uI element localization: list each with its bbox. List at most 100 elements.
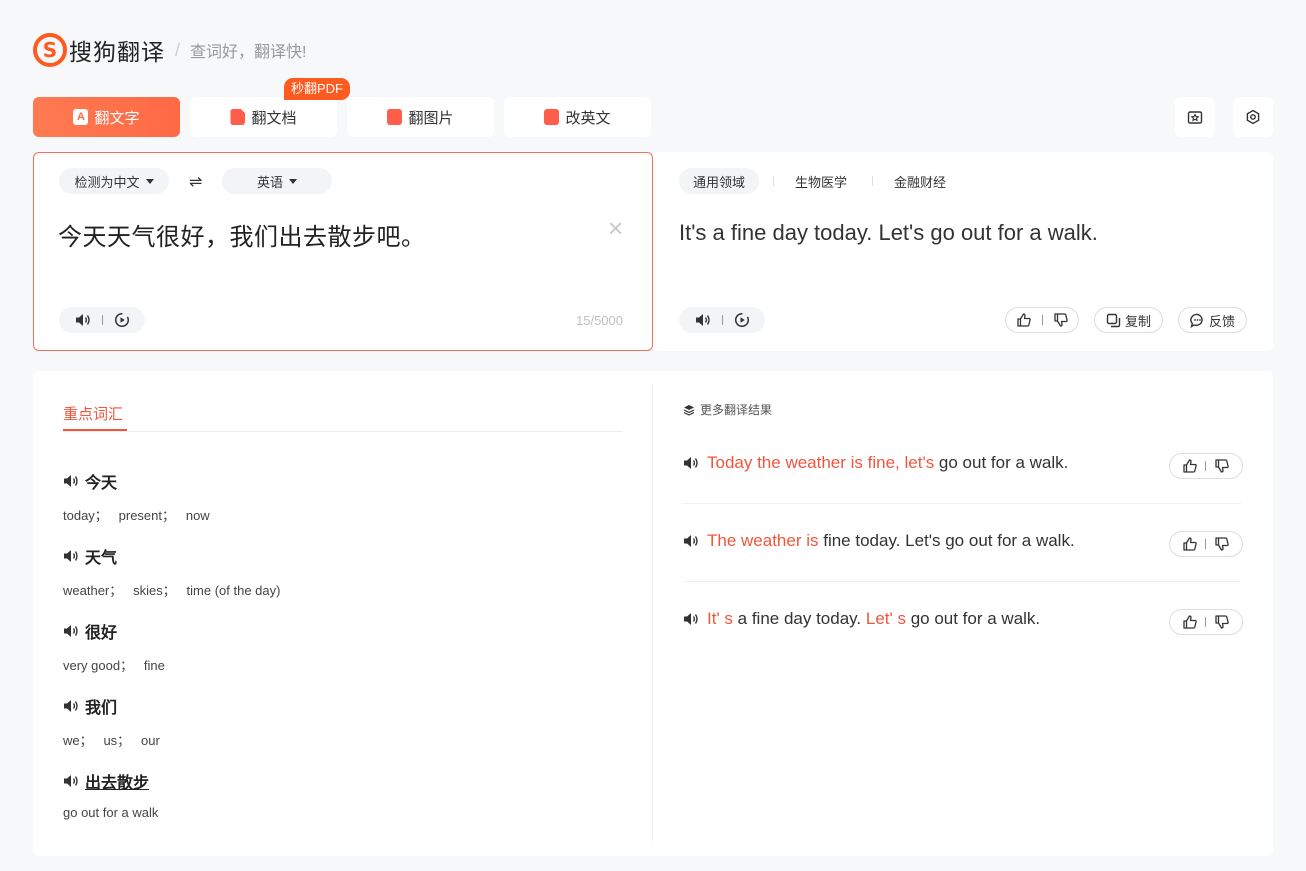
translation-output: It's a fine day today. Let's go out for … xyxy=(679,220,1098,245)
result-rest: go out for a walk. xyxy=(905,609,1041,628)
caret-down-icon xyxy=(145,178,154,184)
slow-play-icon[interactable] xyxy=(114,312,130,328)
tab-translate-image[interactable]: 翻图片 xyxy=(347,97,494,137)
speaker-icon[interactable] xyxy=(683,612,699,626)
header-divider: / xyxy=(175,39,181,60)
vocab-word[interactable]: 出去散步 xyxy=(85,769,149,793)
domain-tab-general[interactable]: 通用领域 xyxy=(679,168,760,194)
speaker-icon[interactable] xyxy=(75,313,91,327)
tab-label: 翻图片 xyxy=(408,109,454,127)
alt-result-text: The weather is fine today. Let's go out … xyxy=(707,531,1075,551)
vocab-word[interactable]: 天气 xyxy=(85,544,117,568)
divider xyxy=(1205,461,1207,471)
tab-label: 翻文字 xyxy=(94,109,140,127)
speaker-icon[interactable] xyxy=(63,699,79,713)
thumbs-up-icon[interactable] xyxy=(1182,536,1198,552)
alt-result: The weather is fine today. Let's go out … xyxy=(683,531,1243,551)
tab-label: 翻文档 xyxy=(251,109,297,127)
vocab-item: 出去散步 go out for a walk xyxy=(63,769,158,820)
gear-icon xyxy=(1246,109,1260,125)
caret-down-icon xyxy=(289,178,297,184)
alt-result: Today the weather is fine, let's go out … xyxy=(683,453,1243,473)
source-panel: 检测为中文 ⇌ 英语 今天天气很好，我们出去散步吧。 × 15/5000 xyxy=(33,152,653,351)
rating-buttons xyxy=(1169,453,1243,479)
chat-feedback-icon xyxy=(1190,313,1203,328)
tab-edit-english[interactable]: 改英文 xyxy=(504,97,651,137)
source-language-select[interactable]: 检测为中文 xyxy=(59,168,169,194)
vocab-item: 天气 weather； skies； time (of the day) xyxy=(63,544,280,599)
divider xyxy=(683,581,1241,582)
vocab-definition: go out for a walk xyxy=(63,805,159,820)
divider xyxy=(101,315,103,325)
more-results-title: 更多翻译结果 xyxy=(700,403,773,417)
speaker-icon[interactable] xyxy=(63,624,79,638)
thumbs-down-icon[interactable] xyxy=(1053,312,1069,328)
source-language-label: 检测为中文 xyxy=(74,174,140,190)
vocab-word[interactable]: 很好 xyxy=(85,619,117,643)
feedback-button[interactable]: 反馈 xyxy=(1178,307,1247,333)
divider xyxy=(773,176,774,186)
thumbs-down-icon[interactable] xyxy=(1214,614,1230,630)
speaker-icon[interactable] xyxy=(63,774,79,788)
domain-tab-finance[interactable]: 金融财经 xyxy=(880,168,960,194)
app-name[interactable]: 搜狗翻译 xyxy=(69,33,165,67)
clear-icon[interactable]: × xyxy=(608,213,623,244)
copy-label: 复制 xyxy=(1124,313,1151,329)
favorites-button[interactable] xyxy=(1175,97,1215,137)
speaker-icon[interactable] xyxy=(695,313,711,327)
target-panel: 通用领域 生物医学 金融财经 It's a fine day today. Le… xyxy=(653,152,1273,351)
speaker-icon[interactable] xyxy=(63,549,79,563)
alt-result-text: It' s a fine day today. Let' s go out fo… xyxy=(707,609,1040,629)
highlight-diff: Let' s xyxy=(865,609,906,628)
domain-tab-biomedical[interactable]: 生物医学 xyxy=(781,168,861,194)
tab-label: 改英文 xyxy=(565,109,611,127)
result-mid: a fine day today. xyxy=(732,609,866,628)
divider xyxy=(63,431,623,432)
vocab-item: 我们 we； us； our xyxy=(63,694,160,749)
highlight-diff: Today the weather is fine, let's xyxy=(707,453,935,472)
swap-languages-icon[interactable]: ⇌ xyxy=(189,172,202,192)
divider xyxy=(872,176,873,186)
settings-button[interactable] xyxy=(1233,97,1273,137)
more-results-header: 更多翻译结果 xyxy=(683,401,772,418)
vocab-item: 很好 very good； fine xyxy=(63,619,165,674)
copy-icon xyxy=(1106,313,1121,327)
app-slogan: 查词好，翻译快! xyxy=(190,44,307,61)
source-text-input[interactable]: 今天天气很好，我们出去散步吧。 xyxy=(58,217,426,252)
vocab-item: 今天 today； present； now xyxy=(63,469,210,524)
star-folder-icon xyxy=(1187,111,1203,124)
speaker-icon[interactable] xyxy=(683,534,699,548)
details-card: 重点词汇 今天 today； present； now 天气 weather； … xyxy=(33,371,1273,856)
thumbs-up-icon[interactable] xyxy=(1182,458,1198,474)
vocab-word[interactable]: 今天 xyxy=(85,469,117,493)
tab-key-vocabulary[interactable]: 重点词汇 xyxy=(63,403,123,424)
divider xyxy=(683,503,1241,504)
tab-translate-text[interactable]: A 翻文字 xyxy=(33,97,180,137)
result-rest: fine today. Let's go out for a walk. xyxy=(818,531,1075,550)
vocab-definition: weather； skies； time (of the day) xyxy=(63,583,281,598)
target-audio-controls xyxy=(679,307,765,333)
divider xyxy=(1205,617,1207,627)
target-language-select[interactable]: 英语 xyxy=(222,168,332,194)
thumbs-down-icon[interactable] xyxy=(1214,458,1230,474)
highlight-diff: It' s xyxy=(707,609,733,628)
alt-result: It' s a fine day today. Let' s go out fo… xyxy=(683,609,1243,629)
vocab-definition: we； us； our xyxy=(63,733,160,748)
character-count: 15/5000 xyxy=(576,313,623,328)
tab-translate-document[interactable]: 翻文档 xyxy=(190,97,337,137)
sogou-logo-icon[interactable]: S xyxy=(33,33,67,67)
thumbs-down-icon[interactable] xyxy=(1214,536,1230,552)
alt-result-text: Today the weather is fine, let's go out … xyxy=(707,453,1068,473)
pdf-promo-badge[interactable]: 秒翻PDF xyxy=(284,78,351,100)
text-icon: A xyxy=(73,109,89,125)
slow-play-icon[interactable] xyxy=(734,312,750,328)
vocab-definition: today； present； now xyxy=(63,508,210,523)
edit-icon xyxy=(544,109,560,125)
speaker-icon[interactable] xyxy=(63,474,79,488)
speaker-icon[interactable] xyxy=(683,456,699,470)
thumbs-up-icon[interactable] xyxy=(1182,614,1198,630)
result-rest: go out for a walk. xyxy=(934,453,1069,472)
vocab-word[interactable]: 我们 xyxy=(85,694,117,718)
copy-button[interactable]: 复制 xyxy=(1094,307,1163,333)
thumbs-up-icon[interactable] xyxy=(1016,312,1032,328)
